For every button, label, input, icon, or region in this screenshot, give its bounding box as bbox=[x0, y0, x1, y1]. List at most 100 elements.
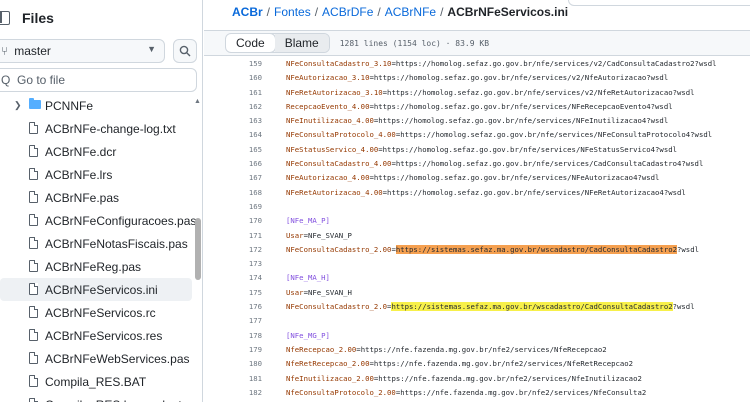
tree-file-item[interactable]: ACBrNFeReg.pas bbox=[0, 255, 192, 278]
line-content: NFeRetAutorizacao_3.10=https://homolog.s… bbox=[286, 86, 695, 100]
collapse-sidebar-icon[interactable] bbox=[0, 11, 10, 25]
ini-value: =https://homolog.sefaz.go.gov.br/nfe/ser… bbox=[369, 101, 673, 111]
ini-key: NFeInutilizacao_4.00 bbox=[286, 116, 374, 126]
code-line: 171 Usar=NFe_SVAN_P bbox=[204, 229, 750, 243]
ini-value: =NFe_SVAN_H bbox=[303, 287, 352, 297]
tree-item-label: ACBrNFe.pas bbox=[45, 190, 120, 205]
line-number[interactable]: 161 bbox=[240, 86, 262, 100]
tree-file-item[interactable]: ACBrNFeConfiguracoes.pas bbox=[0, 209, 196, 232]
line-content: NFeAutorizacao_4.00=https://homolog.sefa… bbox=[286, 171, 659, 185]
ini-section-header: [NFe_MA_P] bbox=[286, 216, 330, 226]
chevron-right-icon[interactable]: ❯ bbox=[14, 100, 22, 111]
code-line: 166 NFeConsultaCadastro_4.00=https://homo… bbox=[204, 157, 750, 171]
branch-name: master bbox=[14, 44, 51, 58]
breadcrumb-link[interactable]: Fontes bbox=[274, 5, 311, 19]
ini-key: NFeRetAutorizacao_3.10 bbox=[286, 87, 383, 97]
line-content: [NFe_MG_P] bbox=[286, 329, 330, 343]
file-icon bbox=[29, 352, 38, 364]
tab-code[interactable]: Code bbox=[225, 34, 276, 52]
tab-blame[interactable]: Blame bbox=[274, 34, 329, 52]
ini-value: =https://homolog.sefaz.go.gov.br/nfe/ser… bbox=[373, 116, 669, 126]
code-line: 161 NFeRetAutorizacao_3.10=https://homolo… bbox=[204, 86, 750, 100]
line-number[interactable]: 160 bbox=[240, 71, 262, 85]
ini-key: NFeAutorizacao_4.00 bbox=[286, 173, 370, 183]
line-number[interactable]: 166 bbox=[240, 157, 262, 171]
line-content: [NFe_MA_P] bbox=[286, 214, 330, 228]
branch-selector[interactable]: ⑂ master ▼ bbox=[0, 39, 165, 63]
line-number[interactable]: 171 bbox=[240, 229, 262, 243]
tree-item-label: ACBrNFeServicos.res bbox=[45, 328, 163, 343]
line-number[interactable]: 164 bbox=[240, 128, 262, 142]
line-number[interactable]: 168 bbox=[240, 186, 262, 200]
tree-file-item[interactable]: ACBrNFe.lrs bbox=[0, 163, 192, 186]
tree-folder-item[interactable]: ❯ PCNNFe bbox=[0, 94, 192, 117]
file-icon bbox=[29, 306, 38, 318]
tree-file-item[interactable]: Compila_RES.bsrc.selent bbox=[0, 393, 192, 402]
tree-file-item[interactable]: ACBrNFe.dcr bbox=[0, 140, 192, 163]
code-line: 167 NFeAutorizacao_4.00=https://homolog.s… bbox=[204, 171, 750, 185]
line-number[interactable]: 178 bbox=[240, 329, 262, 343]
highlighted-url: https://sistemas.sefaz.ma.gov.br/wscadas… bbox=[391, 302, 673, 312]
breadcrumb-repo-link[interactable]: ACBr bbox=[232, 5, 263, 19]
line-number[interactable]: 173 bbox=[240, 257, 262, 271]
ini-key: NfeRecepcao_2.00 bbox=[286, 344, 357, 354]
file-icon bbox=[29, 122, 38, 134]
tree-file-item[interactable]: ACBrNFe-change-log.txt bbox=[0, 117, 192, 140]
code-line: 174 [NFe_MA_H] bbox=[204, 271, 750, 285]
code-line: 180 NfeRetRecepcao_2.00=https://nfe.fazen… bbox=[204, 357, 750, 371]
ini-key: Usar bbox=[286, 287, 304, 297]
line-number[interactable]: 181 bbox=[240, 372, 262, 386]
line-number[interactable]: 163 bbox=[240, 114, 262, 128]
line-number[interactable]: 169 bbox=[240, 200, 262, 214]
search-icon bbox=[179, 45, 191, 57]
line-number[interactable]: 170 bbox=[240, 214, 262, 228]
breadcrumb-link[interactable]: ACBrDFe bbox=[322, 5, 373, 19]
file-icon bbox=[29, 237, 38, 249]
go-to-file-input[interactable]: Q Go to file bbox=[0, 68, 197, 92]
tree-file-item[interactable]: ACBrNFeWebServices.pas bbox=[0, 347, 192, 370]
tree-file-item[interactable]: ACBrNFeServicos.ini bbox=[0, 278, 192, 301]
code-line: 178 [NFe_MG_P] bbox=[204, 329, 750, 343]
scroll-up-arrow-icon[interactable]: ▲ bbox=[194, 98, 201, 105]
code-line: 179 NfeRecepcao_2.00=https://nfe.fazenda.… bbox=[204, 343, 750, 357]
breadcrumb-link[interactable]: ACBrNFe bbox=[385, 5, 436, 19]
chevron-down-icon: ▼ bbox=[147, 44, 156, 54]
file-icon bbox=[29, 168, 38, 180]
tree-file-item[interactable]: ACBrNFeServicos.res bbox=[0, 324, 192, 347]
code-line: 159 NFeConsultaCadastro_3.10=https://homo… bbox=[204, 57, 750, 71]
line-number[interactable]: 174 bbox=[240, 271, 262, 285]
line-number[interactable]: 175 bbox=[240, 286, 262, 300]
sidebar-scrollbar[interactable]: ▲ bbox=[194, 94, 202, 402]
ini-value: =https://homolog.sefaz.go.gov.br/nfe/ser… bbox=[391, 159, 704, 169]
file-icon bbox=[29, 260, 38, 272]
view-mode-toggle: Code Blame bbox=[225, 33, 330, 53]
files-header: Files bbox=[0, 8, 54, 28]
tree-file-item[interactable]: Compila_RES.BAT bbox=[0, 370, 192, 393]
ini-value: =https://homolog.sefaz.go.gov.br/nfe/ser… bbox=[382, 187, 686, 197]
code-line: 173 bbox=[204, 257, 750, 271]
line-number[interactable]: 172 bbox=[240, 243, 262, 257]
line-number[interactable]: 180 bbox=[240, 357, 262, 371]
ini-value: =https://homolog.sefaz.go.gov.br/nfe/ser… bbox=[369, 173, 660, 183]
line-number[interactable]: 182 bbox=[240, 386, 262, 400]
folder-icon bbox=[29, 98, 41, 109]
file-icon bbox=[29, 214, 38, 226]
line-number[interactable]: 159 bbox=[240, 57, 262, 71]
file-toolbar: Code Blame 1281 lines (1154 loc) · 83.9 … bbox=[204, 30, 750, 56]
tree-item-label: ACBrNFeWebServices.pas bbox=[45, 351, 190, 366]
line-number[interactable]: 177 bbox=[240, 314, 262, 328]
tree-file-item[interactable]: ACBrNFeNotasFiscais.pas bbox=[0, 232, 192, 255]
tree-file-item[interactable]: ACBrNFe.pas bbox=[0, 186, 192, 209]
line-number[interactable]: 179 bbox=[240, 343, 262, 357]
line-number[interactable]: 167 bbox=[240, 171, 262, 185]
file-icon bbox=[29, 329, 38, 341]
file-stats: 1281 lines (1154 loc) · 83.9 KB bbox=[339, 38, 490, 48]
line-number[interactable]: 165 bbox=[240, 143, 262, 157]
line-number[interactable]: 162 bbox=[240, 100, 262, 114]
scrollbar-thumb[interactable] bbox=[195, 218, 201, 280]
tree-file-item[interactable]: ACBrNFeServicos.rc bbox=[0, 301, 192, 324]
code-line: 160 NFeAutorizacao_3.10=https://homolog.s… bbox=[204, 71, 750, 85]
search-button[interactable] bbox=[173, 39, 197, 63]
line-number[interactable]: 176 bbox=[240, 300, 262, 314]
line-content: NfeRecepcao_2.00=https://nfe.fazenda.mg.… bbox=[286, 343, 607, 357]
